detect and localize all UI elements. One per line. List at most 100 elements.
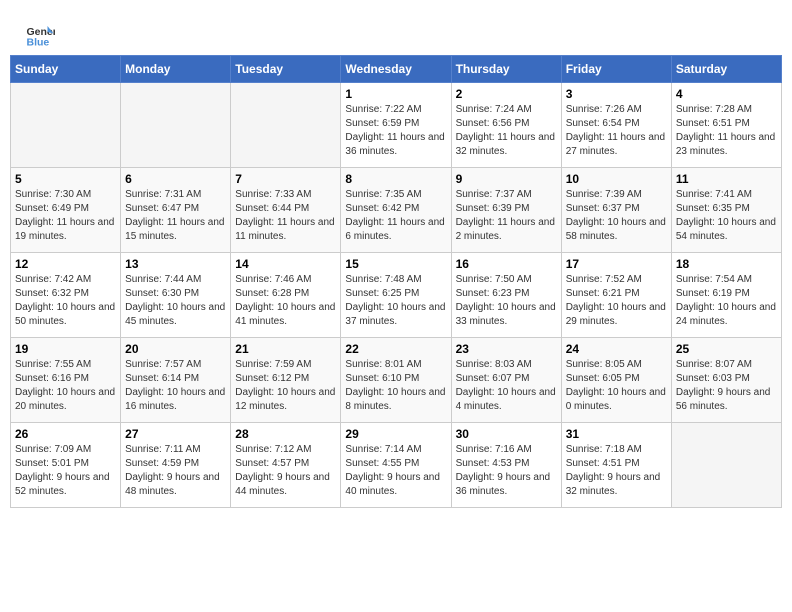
- day-number: 16: [456, 257, 557, 271]
- day-number: 1: [345, 87, 446, 101]
- day-number: 17: [566, 257, 667, 271]
- calendar-cell: 9Sunrise: 7:37 AMSunset: 6:39 PMDaylight…: [451, 168, 561, 253]
- day-info: Sunrise: 7:33 AMSunset: 6:44 PMDaylight:…: [235, 188, 336, 244]
- day-info: Sunrise: 7:50 AMSunset: 6:23 PMDaylight:…: [456, 273, 557, 329]
- calendar-cell: 2Sunrise: 7:24 AMSunset: 6:56 PMDaylight…: [451, 83, 561, 168]
- calendar-cell: 3 Sunrise: 7:26 AMSunset: 6:54 PMDaylight…: [561, 83, 671, 168]
- day-info: Sunrise: 7:30 AMSunset: 6:49 PMDaylight:…: [15, 188, 116, 244]
- calendar-cell: 10Sunrise: 7:39 AMSunset: 6:37 PMDayligh…: [561, 168, 671, 253]
- day-number: 30: [456, 427, 557, 441]
- day-info: Sunrise: 8:07 AMSunset: 6:03 PMDaylight:…: [676, 358, 777, 414]
- day-number: 24: [566, 342, 667, 356]
- weekday-header-row: SundayMondayTuesdayWednesdayThursdayFrid…: [11, 56, 782, 83]
- calendar-cell: [671, 423, 781, 508]
- weekday-header: Friday: [561, 56, 671, 83]
- calendar-table: SundayMondayTuesdayWednesdayThursdayFrid…: [10, 55, 782, 508]
- day-info: Sunrise: 7:55 AMSunset: 6:16 PMDaylight:…: [15, 358, 116, 414]
- day-number: 21: [235, 342, 336, 356]
- weekday-header: Tuesday: [231, 56, 341, 83]
- day-info: Sunrise: 7:18 AMSunset: 4:51 PMDaylight:…: [566, 443, 667, 499]
- calendar-cell: 28Sunrise: 7:12 AMSunset: 4:57 PMDayligh…: [231, 423, 341, 508]
- day-number: 25: [676, 342, 777, 356]
- day-number: 10: [566, 172, 667, 186]
- day-info: Sunrise: 7:42 AMSunset: 6:32 PMDaylight:…: [15, 273, 116, 329]
- day-info: Sunrise: 7:48 AMSunset: 6:25 PMDaylight:…: [345, 273, 446, 329]
- day-number: 12: [15, 257, 116, 271]
- calendar-cell: [121, 83, 231, 168]
- weekday-header: Saturday: [671, 56, 781, 83]
- day-info: Sunrise: 7:11 AMSunset: 4:59 PMDaylight:…: [125, 443, 226, 499]
- day-number: 31: [566, 427, 667, 441]
- calendar-week-row: 12 Sunrise: 7:42 AMSunset: 6:32 PMDayligh…: [11, 253, 782, 338]
- day-info: Sunrise: 7:46 AMSunset: 6:28 PMDaylight:…: [235, 273, 336, 329]
- day-number: 8: [345, 172, 446, 186]
- day-info: Sunrise: 7:44 AMSunset: 6:30 PMDaylight:…: [125, 273, 226, 329]
- day-info: Sunrise: 7:59 AMSunset: 6:12 PMDaylight:…: [235, 358, 336, 414]
- calendar-cell: 1Sunrise: 7:22 AMSunset: 6:59 PMDaylight…: [341, 83, 451, 168]
- day-number: 19: [15, 342, 116, 356]
- calendar-cell: 30 Sunrise: 7:16 AMSunset: 4:53 PMDayligh…: [451, 423, 561, 508]
- day-info: Sunrise: 7:28 AMSunset: 6:51 PMDaylight:…: [676, 103, 777, 159]
- calendar-cell: 18Sunrise: 7:54 AMSunset: 6:19 PMDayligh…: [671, 253, 781, 338]
- day-number: 18: [676, 257, 777, 271]
- calendar-cell: [231, 83, 341, 168]
- day-number: 28: [235, 427, 336, 441]
- day-number: 4: [676, 87, 777, 101]
- day-number: 22: [345, 342, 446, 356]
- day-info: Sunrise: 7:14 AMSunset: 4:55 PMDaylight:…: [345, 443, 446, 499]
- day-number: 20: [125, 342, 226, 356]
- calendar-week-row: 5 Sunrise: 7:30 AMSunset: 6:49 PMDaylight…: [11, 168, 782, 253]
- calendar-cell: 13 Sunrise: 7:44 AMSunset: 6:30 PMDayligh…: [121, 253, 231, 338]
- logo-icon: General Blue: [25, 20, 55, 50]
- calendar-cell: 7 Sunrise: 7:33 AMSunset: 6:44 PMDaylight…: [231, 168, 341, 253]
- weekday-header: Sunday: [11, 56, 121, 83]
- day-info: Sunrise: 8:03 AMSunset: 6:07 PMDaylight:…: [456, 358, 557, 414]
- day-number: 11: [676, 172, 777, 186]
- calendar-cell: 23 Sunrise: 8:03 AMSunset: 6:07 PMDayligh…: [451, 338, 561, 423]
- day-number: 6: [125, 172, 226, 186]
- calendar-cell: 25 Sunrise: 8:07 AMSunset: 6:03 PMDayligh…: [671, 338, 781, 423]
- day-number: 5: [15, 172, 116, 186]
- svg-text:Blue: Blue: [27, 37, 50, 49]
- day-number: 23: [456, 342, 557, 356]
- day-number: 14: [235, 257, 336, 271]
- day-number: 7: [235, 172, 336, 186]
- calendar-cell: 12 Sunrise: 7:42 AMSunset: 6:32 PMDayligh…: [11, 253, 121, 338]
- calendar-cell: 22 Sunrise: 8:01 AMSunset: 6:10 PMDayligh…: [341, 338, 451, 423]
- day-number: 15: [345, 257, 446, 271]
- day-number: 29: [345, 427, 446, 441]
- calendar-cell: 31 Sunrise: 7:18 AMSunset: 4:51 PMDayligh…: [561, 423, 671, 508]
- day-number: 13: [125, 257, 226, 271]
- calendar-cell: 14 Sunrise: 7:46 AMSunset: 6:28 PMDayligh…: [231, 253, 341, 338]
- day-info: Sunrise: 7:16 AMSunset: 4:53 PMDaylight:…: [456, 443, 557, 499]
- calendar-cell: 20Sunrise: 7:57 AMSunset: 6:14 PMDayligh…: [121, 338, 231, 423]
- calendar-cell: 21 Sunrise: 7:59 AMSunset: 6:12 PMDayligh…: [231, 338, 341, 423]
- calendar-cell: 16 Sunrise: 7:50 AMSunset: 6:23 PMDayligh…: [451, 253, 561, 338]
- calendar-week-row: 19 Sunrise: 7:55 AMSunset: 6:16 PMDayligh…: [11, 338, 782, 423]
- calendar-cell: 26Sunrise: 7:09 AMSunset: 5:01 PMDayligh…: [11, 423, 121, 508]
- day-info: Sunrise: 7:41 AMSunset: 6:35 PMDaylight:…: [676, 188, 777, 244]
- calendar-cell: [11, 83, 121, 168]
- day-number: 27: [125, 427, 226, 441]
- day-number: 2: [456, 87, 557, 101]
- day-info: Sunrise: 7:35 AMSunset: 6:42 PMDaylight:…: [345, 188, 446, 244]
- logo: General Blue: [25, 20, 59, 50]
- day-number: 26: [15, 427, 116, 441]
- calendar-cell: 24 Sunrise: 8:05 AMSunset: 6:05 PMDayligh…: [561, 338, 671, 423]
- day-info: Sunrise: 7:52 AMSunset: 6:21 PMDaylight:…: [566, 273, 667, 329]
- day-number: 3: [566, 87, 667, 101]
- calendar-cell: 11 Sunrise: 7:41 AMSunset: 6:35 PMDayligh…: [671, 168, 781, 253]
- calendar-cell: 29 Sunrise: 7:14 AMSunset: 4:55 PMDayligh…: [341, 423, 451, 508]
- weekday-header: Monday: [121, 56, 231, 83]
- calendar-cell: 5 Sunrise: 7:30 AMSunset: 6:49 PMDaylight…: [11, 168, 121, 253]
- day-info: Sunrise: 8:05 AMSunset: 6:05 PMDaylight:…: [566, 358, 667, 414]
- calendar-cell: 4 Sunrise: 7:28 AMSunset: 6:51 PMDaylight…: [671, 83, 781, 168]
- day-info: Sunrise: 7:26 AMSunset: 6:54 PMDaylight:…: [566, 103, 667, 159]
- weekday-header: Wednesday: [341, 56, 451, 83]
- day-info: Sunrise: 8:01 AMSunset: 6:10 PMDaylight:…: [345, 358, 446, 414]
- day-info: Sunrise: 7:31 AMSunset: 6:47 PMDaylight:…: [125, 188, 226, 244]
- calendar-cell: 6 Sunrise: 7:31 AMSunset: 6:47 PMDaylight…: [121, 168, 231, 253]
- day-info: Sunrise: 7:37 AMSunset: 6:39 PMDaylight:…: [456, 188, 557, 244]
- calendar-cell: 15 Sunrise: 7:48 AMSunset: 6:25 PMDayligh…: [341, 253, 451, 338]
- calendar-cell: 8 Sunrise: 7:35 AMSunset: 6:42 PMDaylight…: [341, 168, 451, 253]
